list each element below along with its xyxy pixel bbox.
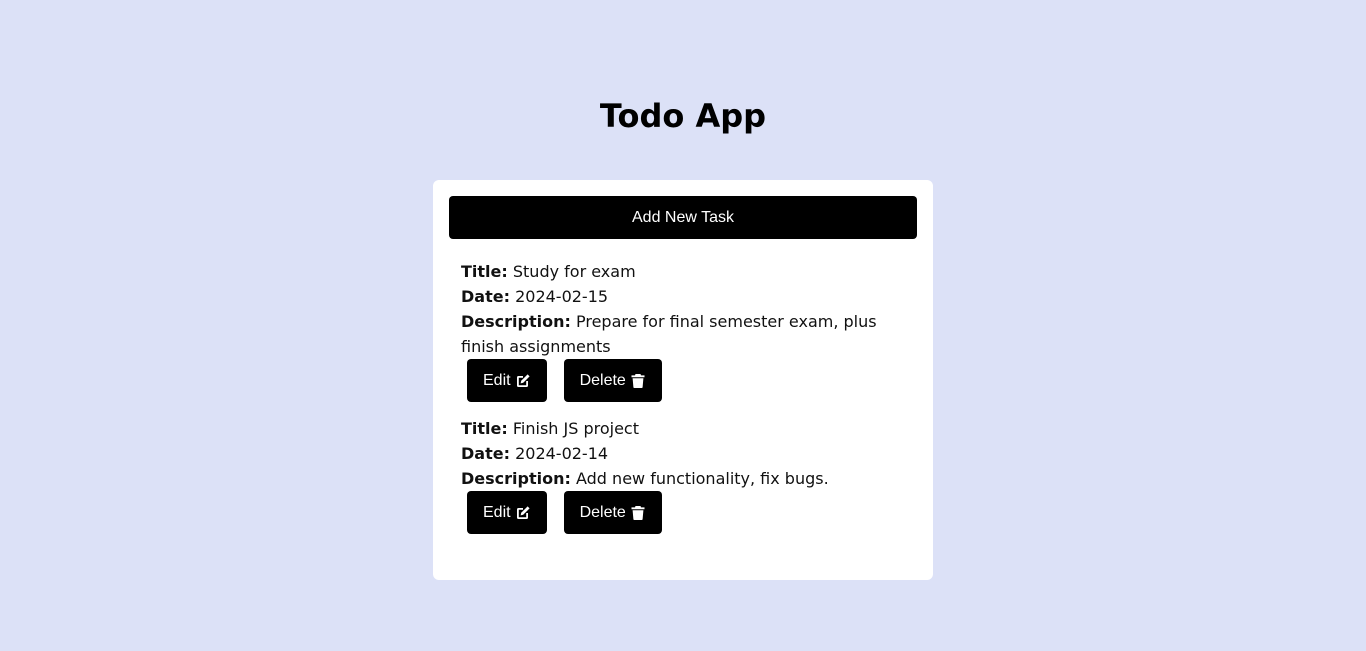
edit-icon (516, 505, 530, 519)
delete-task-button[interactable]: Delete (563, 491, 662, 534)
task-date-label: Date: (461, 287, 510, 306)
edit-button-label: Edit (483, 503, 511, 521)
task-list: Title: Study for exam Date: 2024-02-15 D… (449, 259, 917, 534)
task-title-line: Title: Finish JS project (461, 416, 909, 441)
trash-icon (631, 505, 645, 520)
add-new-task-button[interactable]: Add New Task (449, 196, 917, 239)
task-title-value: Finish JS project (512, 419, 639, 438)
task-date-value: 2024-02-15 (515, 287, 609, 306)
task-date-line: Date: 2024-02-15 (461, 284, 909, 309)
edit-icon (516, 373, 530, 387)
task-item: Title: Finish JS project Date: 2024-02-1… (461, 416, 909, 534)
todo-app-page: Todo App Add New Task Title: Study for e… (0, 0, 1366, 651)
task-actions: Edit Delete (467, 491, 909, 534)
task-description-line: Description: Prepare for final semester … (461, 309, 909, 359)
edit-task-button[interactable]: Edit (467, 359, 547, 402)
page-title: Todo App (599, 97, 767, 135)
task-item: Title: Study for exam Date: 2024-02-15 D… (461, 259, 909, 402)
trash-icon (631, 373, 645, 388)
delete-button-label: Delete (579, 371, 626, 389)
edit-button-label: Edit (483, 371, 511, 389)
task-description-line: Description: Add new functionality, fix … (461, 466, 909, 491)
task-date-label: Date: (461, 444, 510, 463)
task-title-label: Title: (461, 419, 508, 438)
task-date-value: 2024-02-14 (515, 444, 609, 463)
task-title-line: Title: Study for exam (461, 259, 909, 284)
delete-button-label: Delete (579, 503, 626, 521)
task-title-label: Title: (461, 262, 508, 281)
task-card: Add New Task Title: Study for exam Date:… (433, 180, 933, 580)
task-title-value: Study for exam (512, 262, 636, 281)
task-date-line: Date: 2024-02-14 (461, 441, 909, 466)
task-actions: Edit Delete (467, 359, 909, 402)
edit-task-button[interactable]: Edit (467, 491, 547, 534)
delete-task-button[interactable]: Delete (563, 359, 662, 402)
task-description-value: Add new functionality, fix bugs. (575, 469, 829, 488)
task-description-label: Description: (461, 312, 571, 331)
task-description-label: Description: (461, 469, 571, 488)
